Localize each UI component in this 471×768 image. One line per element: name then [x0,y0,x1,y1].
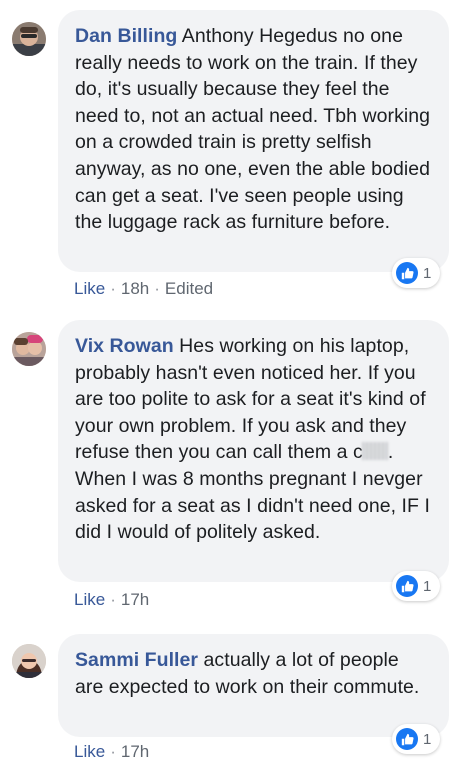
separator-dot: · [110,279,116,298]
avatar-image [12,22,46,56]
avatar[interactable] [12,332,46,366]
comment-bubble: Dan Billing Anthony Hegedus no one reall… [58,10,449,272]
reaction-badge[interactable]: 1 [392,258,441,288]
reaction-count: 1 [423,577,432,595]
comment-author[interactable]: Dan Billing [75,25,177,47]
edited-label[interactable]: Edited [165,279,213,299]
censored-word [361,442,388,461]
reaction-badge[interactable]: 1 [392,571,441,601]
comment-bubble: Sammi Fuller actually a lot of people ar… [58,634,449,737]
like-button[interactable]: Like [74,279,105,299]
comment-time[interactable]: 18h [121,279,149,299]
reaction-badge[interactable]: 1 [392,724,441,754]
thumbs-up-icon [396,728,418,750]
comment-text: Anthony Hegedus no one really needs to w… [75,25,431,234]
separator-dot: · [154,279,160,298]
avatar[interactable] [12,22,46,56]
comment-time[interactable]: 17h [121,742,149,762]
comment-author[interactable]: Sammi Fuller [75,649,198,671]
separator-dot: · [110,742,116,761]
comment-time[interactable]: 17h [121,590,149,610]
like-button[interactable]: Like [74,590,105,610]
comment-actions: Like · 18h · Edited [74,279,213,299]
thumbs-up-icon [396,262,418,284]
avatar-image [12,332,46,366]
comment-bubble: Vix Rowan Hes working on his laptop, pro… [58,320,449,582]
comment-actions: Like · 17h [74,590,149,610]
separator-dot: · [110,590,116,609]
like-button[interactable]: Like [74,742,105,762]
avatar-image [12,644,46,678]
comment-author[interactable]: Vix Rowan [75,335,174,357]
reaction-count: 1 [423,730,432,748]
thumbs-up-icon [396,575,418,597]
reaction-count: 1 [423,264,432,282]
avatar[interactable] [12,644,46,678]
comment-actions: Like · 17h [74,742,149,762]
